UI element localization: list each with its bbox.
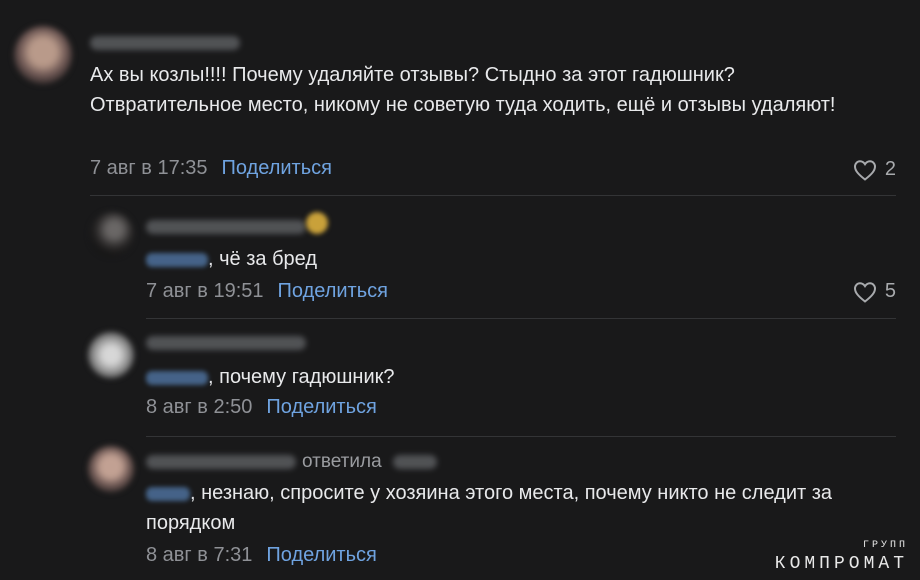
comment-text: , незнаю, спросите у хозяина этого места… — [146, 482, 833, 534]
like-button[interactable]: 5 — [853, 280, 896, 303]
heart-icon — [853, 281, 876, 303]
comment-meta: 7 авг в 17:35 Поделиться — [90, 157, 332, 180]
author-name[interactable] — [90, 36, 240, 50]
divider — [146, 318, 896, 319]
watermark-logo: ГРУПП КОМПРОМАТ — [774, 540, 908, 574]
replied-label: ответила — [302, 451, 437, 473]
avatar[interactable] — [88, 446, 134, 492]
mention-link[interactable] — [146, 252, 208, 267]
comment-meta: 7 авг в 19:51 Поделиться — [146, 280, 388, 303]
comment-text-row: , чё за бред — [146, 244, 317, 274]
heart-icon — [853, 159, 876, 181]
comment-text-row: , незнаю, спросите у хозяина этого места… — [146, 478, 886, 538]
like-button[interactable]: 2 — [853, 158, 896, 181]
author-name[interactable] — [146, 455, 296, 469]
share-button[interactable]: Поделиться — [278, 280, 388, 302]
mention-link[interactable] — [146, 370, 208, 385]
avatar[interactable] — [14, 26, 72, 84]
share-button[interactable]: Поделиться — [266, 544, 376, 566]
share-button[interactable]: Поделиться — [222, 157, 332, 179]
comment-date[interactable]: 8 авг в 2:50 — [146, 396, 252, 418]
avatar[interactable] — [88, 332, 134, 378]
share-button[interactable]: Поделиться — [266, 396, 376, 418]
comment-meta: 8 авг в 2:50 Поделиться — [146, 396, 377, 419]
author-name[interactable] — [146, 220, 306, 234]
like-count: 2 — [884, 158, 896, 180]
comment-date[interactable]: 7 авг в 17:35 — [90, 157, 208, 179]
comment-text-row: , почему гадюшник? — [146, 362, 394, 392]
like-count: 5 — [884, 280, 896, 302]
avatar[interactable] — [90, 212, 134, 256]
comment-text: , почему гадюшник? — [208, 366, 395, 388]
author-emoji — [306, 212, 328, 234]
comment-text: Ах вы козлы!!!! Почему удаляйте отзывы? … — [90, 64, 836, 116]
comment-meta: 8 авг в 7:31 Поделиться — [146, 544, 377, 567]
comment-date[interactable]: 8 авг в 7:31 — [146, 544, 252, 566]
replied-to-name[interactable] — [392, 454, 437, 469]
watermark-main: КОМПРОМАТ — [774, 554, 908, 574]
divider — [90, 195, 896, 196]
watermark-top: ГРУПП — [862, 540, 908, 551]
author-name[interactable] — [146, 336, 306, 350]
mention-link[interactable] — [146, 486, 190, 501]
comment-date[interactable]: 7 авг в 19:51 — [146, 280, 264, 302]
divider — [146, 436, 896, 437]
comment-text: , чё за бред — [208, 248, 317, 270]
